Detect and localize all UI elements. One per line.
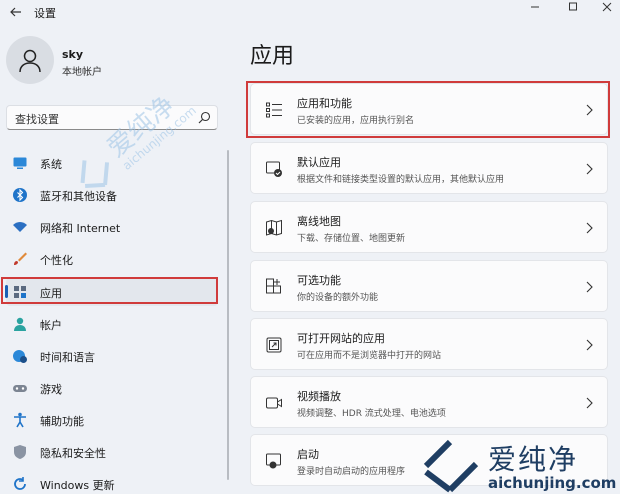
maximize-button[interactable]: [558, 0, 588, 14]
apps-icon: [14, 286, 26, 298]
card-title: 离线地图: [297, 215, 341, 228]
page-title: 应用: [250, 44, 295, 69]
chevron-right-icon: [586, 281, 593, 293]
sidebar-item-label: 系统: [40, 158, 62, 171]
card-title: 默认应用: [297, 156, 341, 169]
title-bar: 设置: [0, 0, 620, 24]
card-startup[interactable]: 启动 登录时自动启动的应用程序: [250, 434, 608, 486]
sidebar-item-gaming[interactable]: 游戏: [6, 374, 218, 402]
sidebar-item-accounts[interactable]: 帐户: [6, 310, 218, 338]
card-optional-features[interactable]: 可选功能 你的设备的额外功能: [250, 260, 608, 312]
open-website-icon: [266, 337, 282, 353]
search-input[interactable]: 查找设置: [6, 105, 218, 130]
user-avatar-icon: [19, 49, 41, 73]
back-arrow-icon[interactable]: [8, 4, 24, 20]
user-account-type: 本地帐户: [62, 67, 102, 78]
minimize-button[interactable]: [520, 0, 550, 14]
chevron-right-icon: [586, 222, 593, 234]
maximize-icon: [569, 2, 577, 11]
card-subtitle: 已安装的应用，应用执行别名: [297, 116, 415, 126]
minimize-icon: [531, 6, 539, 8]
card-default-apps[interactable]: 默认应用 根据文件和链接类型设置的默认应用，其他默认应用: [250, 142, 608, 194]
chevron-right-icon: [586, 339, 593, 351]
sidebar-item-accessibility[interactable]: 辅助功能: [6, 406, 218, 434]
sidebar-item-label: 网络和 Internet: [40, 222, 121, 235]
sidebar-item-label: 游戏: [40, 383, 62, 396]
active-indicator: [5, 285, 8, 298]
card-subtitle: 视频调整、HDR 流式处理、电池选项: [297, 409, 446, 419]
sidebar-item-label: Windows 更新: [40, 479, 115, 492]
apps-list-icon: [266, 102, 282, 118]
sidebar-item-personalization[interactable]: 个性化: [6, 245, 218, 273]
globe-clock-icon: [13, 350, 27, 363]
monitor-icon: [13, 157, 27, 169]
card-apps-for-websites[interactable]: 可打开网站的应用 可在应用而不是浏览器中打开的网站: [250, 318, 608, 370]
sidebar-item-windows-update[interactable]: Windows 更新: [6, 470, 218, 494]
card-subtitle: 下载、存储位置、地图更新: [297, 234, 406, 244]
sidebar-item-network[interactable]: 网络和 Internet: [6, 213, 218, 241]
wifi-icon: [13, 222, 27, 232]
card-title: 应用和功能: [297, 97, 352, 110]
avatar[interactable]: [6, 36, 54, 84]
sidebar-item-label: 应用: [40, 287, 62, 300]
sidebar-item-label: 个性化: [40, 254, 73, 267]
card-subtitle: 你的设备的额外功能: [297, 293, 379, 303]
search-placeholder: 查找设置: [15, 113, 59, 126]
sidebar-item-label: 时间和语言: [40, 351, 95, 364]
accessibility-icon: [14, 412, 26, 428]
card-title: 可选功能: [297, 274, 341, 287]
chevron-right-icon: [586, 163, 593, 175]
card-subtitle: 可在应用而不是浏览器中打开的网站: [297, 351, 442, 361]
sidebar-item-apps[interactable]: 应用: [6, 278, 218, 306]
video-icon: [266, 397, 282, 409]
sidebar-item-privacy[interactable]: 隐私和安全性: [6, 438, 218, 466]
sidebar-item-label: 隐私和安全性: [40, 447, 106, 460]
card-apps-features[interactable]: 应用和功能 已安装的应用，应用执行别名: [250, 83, 608, 135]
startup-icon: [266, 453, 281, 469]
brush-icon: [14, 252, 27, 265]
sidebar-item-label: 蓝牙和其他设备: [40, 190, 117, 203]
window-title: 设置: [34, 7, 56, 20]
bluetooth-icon: [13, 188, 27, 202]
card-subtitle: 登录时自动启动的应用程序: [297, 467, 406, 477]
sidebar-item-label: 辅助功能: [40, 415, 84, 428]
default-apps-icon: [266, 161, 282, 177]
close-icon: [602, 2, 612, 12]
update-icon: [14, 477, 26, 490]
card-subtitle: 根据文件和链接类型设置的默认应用，其他默认应用: [297, 175, 505, 185]
user-name: sky: [62, 48, 84, 61]
person-icon: [14, 317, 26, 331]
sidebar-item-label: 帐户: [40, 319, 62, 332]
close-button[interactable]: [592, 0, 620, 14]
card-offline-maps[interactable]: 离线地图 下载、存储位置、地图更新: [250, 201, 608, 253]
gamepad-icon: [13, 385, 27, 392]
sidebar-item-system[interactable]: 系统: [6, 149, 218, 177]
card-title: 可打开网站的应用: [297, 332, 385, 345]
search-icon[interactable]: [198, 111, 211, 124]
optional-features-icon: [266, 278, 281, 294]
chevron-right-icon: [586, 397, 593, 409]
card-video-playback[interactable]: 视频播放 视频调整、HDR 流式处理、电池选项: [250, 376, 608, 428]
chevron-right-icon: [586, 104, 593, 116]
card-title: 视频播放: [297, 390, 341, 403]
sidebar-scrollbar[interactable]: [227, 150, 229, 480]
shield-icon: [14, 445, 26, 459]
sidebar-item-time-language[interactable]: 时间和语言: [6, 342, 218, 370]
offline-map-icon: [266, 219, 282, 236]
sidebar-item-bluetooth[interactable]: 蓝牙和其他设备: [6, 181, 218, 209]
card-title: 启动: [297, 448, 319, 461]
